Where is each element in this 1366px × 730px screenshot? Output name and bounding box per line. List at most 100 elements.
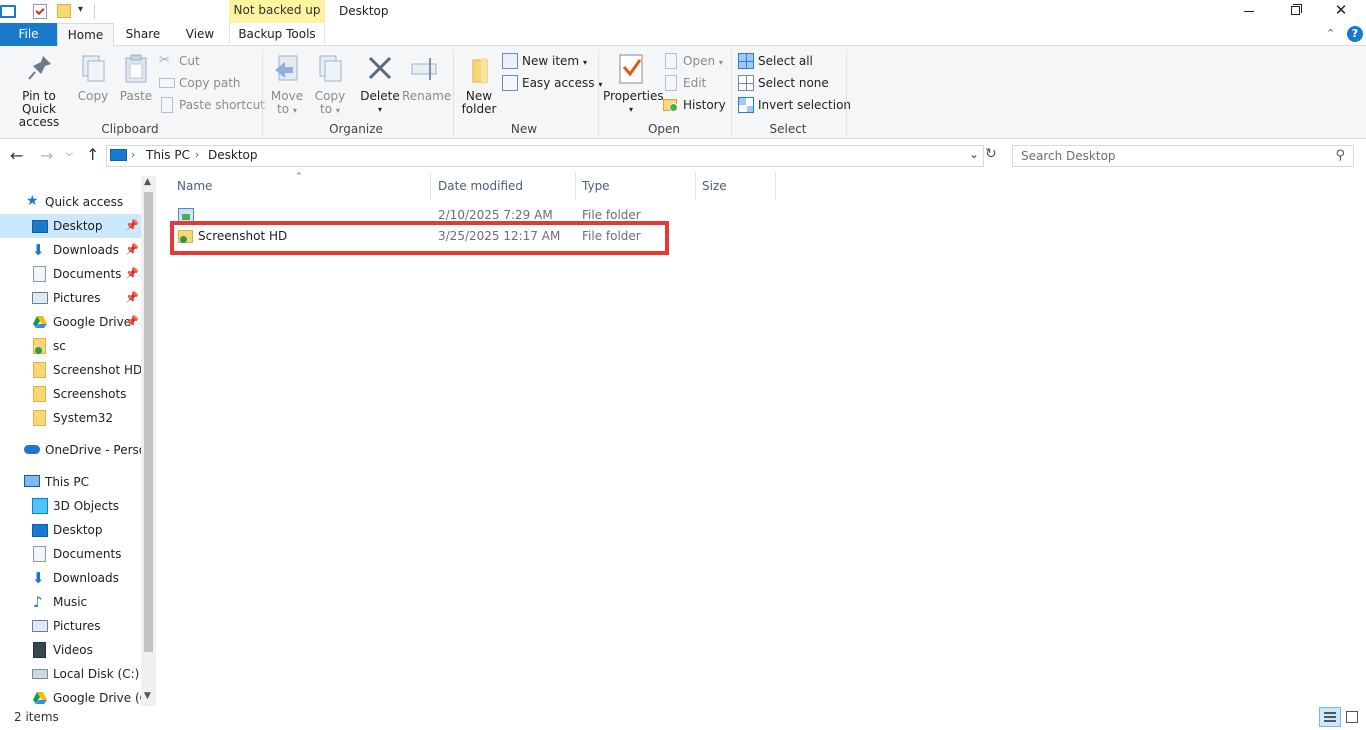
desktop-icon [32,220,48,233]
copy-path-button[interactable]: Copy path [159,73,241,93]
column-header-type[interactable]: Type [576,172,696,200]
breadcrumb-desktop[interactable]: Desktop [208,148,258,162]
move-to-button[interactable]: Move to ▾ [268,52,306,117]
recent-locations-chevron-icon[interactable]: ⌵ [66,149,73,159]
table-row[interactable]: Screenshot HD 3/25/2025 12:17 AM File fo… [172,226,772,247]
new-item-button[interactable]: New item ▾ [502,51,587,71]
paste-button[interactable]: Paste [117,52,155,103]
nav-pc-pictures[interactable]: Pictures [0,614,141,638]
open-label: Open [683,54,716,68]
select-all-button[interactable]: Select all [738,51,813,71]
tab-view[interactable]: View [176,23,224,46]
column-header-size[interactable]: Size [696,172,776,200]
nav-quick-downloads[interactable]: ⬇ Downloads 📌 [0,238,141,262]
delete-dropdown-chevron-icon[interactable]: ▾ [360,103,400,116]
paste-shortcut-button[interactable]: Paste shortcut [159,95,265,115]
nav-pc-music[interactable]: ♪ Music [0,590,141,614]
nav-scrollbar-thumb[interactable] [144,192,153,652]
file-type: File folder [582,229,641,243]
minimize-button[interactable] [1234,0,1264,23]
nav-quick-screenshots[interactable]: Screenshots [0,382,141,406]
delete-button[interactable]: Delete ▾ [360,52,400,116]
pin-to-quick-access-button[interactable]: Pin to Quick access [4,52,74,129]
copy-to-button[interactable]: Copy to ▾ [311,52,349,117]
nav-quick-pictures-label: Pictures [53,291,101,305]
tab-file[interactable]: File [0,23,57,46]
close-button[interactable]: ✕ [1326,0,1356,23]
search-input[interactable]: Search Desktop ⚲ [1012,145,1354,167]
refresh-icon[interactable]: ↻ [985,146,997,162]
tab-share[interactable]: Share [118,23,168,46]
cut-button[interactable]: ✂ Cut [159,51,200,71]
search-icon[interactable]: ⚲ [1335,146,1345,166]
column-header-date[interactable]: Date modified [432,172,576,200]
nav-quick-system32[interactable]: System32 [0,406,141,430]
pin-icon [23,52,55,86]
new-folder-qa-icon[interactable] [57,4,71,18]
breadcrumb-separator-icon[interactable]: › [131,148,135,161]
copy-button[interactable]: Copy [76,52,110,103]
scroll-up-chevron-icon[interactable]: ▲ [144,177,151,187]
nav-quick-screenshot-hd[interactable]: Screenshot HD [0,358,142,382]
folder-picture-icon [178,208,194,222]
scroll-down-chevron-icon[interactable]: ▼ [144,691,151,701]
properties-dropdown-chevron-icon[interactable]: ▾ [603,103,659,116]
nav-quick-documents[interactable]: Documents 📌 [0,262,141,286]
select-all-icon [738,53,754,69]
customize-qa-chevron-icon[interactable]: ▾ [78,4,83,15]
google-drive-icon [32,314,48,330]
help-icon[interactable]: ? [1347,26,1363,42]
paste-shortcut-icon [161,97,173,113]
address-bar[interactable]: › This PC › Desktop ⌄ [106,145,984,167]
invert-selection-button[interactable]: Invert selection [738,95,851,115]
pin-icon: 📌 [125,219,139,232]
nav-pc-downloads[interactable]: ⬇ Downloads [0,566,141,590]
nav-quick-access[interactable]: ★ Quick access [0,190,141,214]
history-button[interactable]: History [663,95,726,115]
minimize-ribbon-chevron-icon[interactable]: ⌃ [1326,27,1335,40]
address-history-chevron-icon[interactable]: ⌄ [969,147,979,161]
nav-pc-music-label: Music [53,595,88,609]
window-icon[interactable] [0,5,16,18]
nav-quick-pictures[interactable]: Pictures 📌 [0,286,141,310]
easy-access-button[interactable]: Easy access ▾ [502,73,602,93]
column-header-name[interactable]: Name ⌃ [171,172,431,200]
tab-home[interactable]: Home [57,23,114,47]
nav-quick-desktop[interactable]: Desktop 📌 [0,214,141,238]
nav-pc-3d-objects[interactable]: 3D Objects [0,494,141,518]
new-folder-button[interactable]: New folder [459,52,499,116]
large-icons-view-icon[interactable] [1344,708,1362,726]
details-view-icon[interactable] [1319,707,1341,727]
nav-this-pc[interactable]: This PC [0,470,141,494]
properties-qa-icon[interactable] [33,4,47,19]
edit-button[interactable]: Edit [663,73,706,93]
pin-icon: 📌 [125,243,139,256]
nav-quick-sc[interactable]: sc [0,334,141,358]
forward-arrow-icon[interactable]: → [40,146,53,165]
back-arrow-icon[interactable]: ← [10,146,23,165]
nav-onedrive[interactable]: OneDrive - Persor [0,438,141,462]
pin-label-1: Pin to Quick [22,89,56,116]
qa-divider [94,4,95,19]
nav-pc-documents[interactable]: Documents [0,542,141,566]
open-icon [665,53,677,69]
address-row: ← → ⌵ ↑ › This PC › Desktop ⌄ ↻ Search D… [0,140,1366,172]
tab-backup-tools[interactable]: Backup Tools [229,23,325,46]
pin-label-2: access [18,115,60,129]
nav-pc-local-disk[interactable]: Local Disk (C:) [0,662,141,686]
nav-pc-videos[interactable]: Videos [0,638,141,662]
rename-button[interactable]: Rename [402,52,451,103]
breadcrumb-separator-icon[interactable]: › [195,148,199,161]
open-button[interactable]: Open ▾ [663,51,723,71]
properties-button[interactable]: Properties ▾ [603,52,664,116]
backup-status-badge: Not backed up [229,0,325,23]
breadcrumb-this-pc[interactable]: This PC [146,148,190,162]
computer-icon [24,475,40,487]
nav-pc-desktop[interactable]: Desktop [0,518,141,542]
file-date: 3/25/2025 12:17 AM [438,229,561,243]
select-none-button[interactable]: Select none [738,73,829,93]
restore-button[interactable] [1280,0,1310,23]
up-arrow-icon[interactable]: ↑ [86,145,99,164]
nav-quick-google-drive[interactable]: Google Drive 📌 [0,310,141,334]
music-note-icon: ♪ [33,593,43,611]
